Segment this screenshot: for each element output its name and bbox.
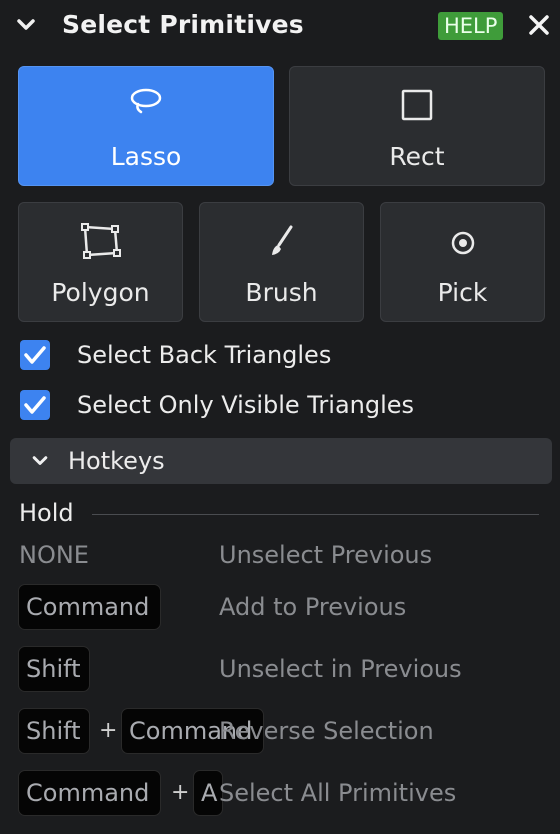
chevron-down-icon [32, 456, 48, 465]
polygon-icon [80, 223, 121, 259]
key-joiner: + [171, 780, 190, 805]
rect-tool-button[interactable]: Rect [289, 66, 545, 186]
select-only-visible-triangles-checkbox[interactable] [20, 390, 50, 420]
help-button[interactable]: HELP [438, 12, 504, 40]
key-command: Command [18, 770, 161, 816]
pick-icon [451, 231, 474, 255]
lasso-label: Lasso [110, 142, 182, 171]
key-none: NONE [19, 541, 89, 569]
checkmark-icon [24, 396, 46, 414]
hotkey-description: Unselect in Previous [219, 655, 462, 683]
hotkey-description: Unselect Previous [219, 541, 433, 569]
key-command: Command [18, 584, 161, 630]
select-back-triangles-checkbox[interactable] [20, 340, 50, 370]
panel-header: Select Primitives HELP [0, 0, 560, 50]
lasso-tool-button[interactable]: Lasso [18, 66, 274, 186]
hotkey-description: Select All Primitives [219, 779, 457, 807]
close-icon[interactable] [527, 13, 551, 37]
hotkey-description: Reverse Selection [219, 717, 434, 745]
key-joiner: + [99, 718, 118, 743]
key-shift: Shift [18, 708, 90, 754]
key-shift: Shift [18, 646, 90, 692]
chevron-down-icon[interactable] [14, 15, 38, 35]
rect-icon [401, 89, 433, 121]
polygon-label: Polygon [51, 278, 150, 307]
brush-icon [271, 225, 292, 255]
hotkeys-section-header[interactable]: Hotkeys [10, 438, 552, 484]
checkmark-icon [24, 346, 46, 364]
polygon-tool-button[interactable]: Polygon [18, 202, 183, 322]
brush-tool-button[interactable]: Brush [199, 202, 364, 322]
panel-title: Select Primitives [62, 10, 304, 39]
brush-label: Brush [245, 278, 318, 307]
pick-label: Pick [437, 278, 488, 307]
select-only-visible-triangles-label[interactable]: Select Only Visible Triangles [77, 389, 414, 421]
hotkeys-label: Hotkeys [68, 447, 165, 475]
pick-tool-button[interactable]: Pick [380, 202, 545, 322]
lasso-icon [130, 88, 162, 114]
divider [92, 514, 539, 515]
hotkey-description: Add to Previous [219, 593, 407, 621]
rect-label: Rect [389, 142, 445, 171]
hold-heading: Hold [19, 499, 74, 527]
select-back-triangles-label[interactable]: Select Back Triangles [77, 339, 331, 371]
